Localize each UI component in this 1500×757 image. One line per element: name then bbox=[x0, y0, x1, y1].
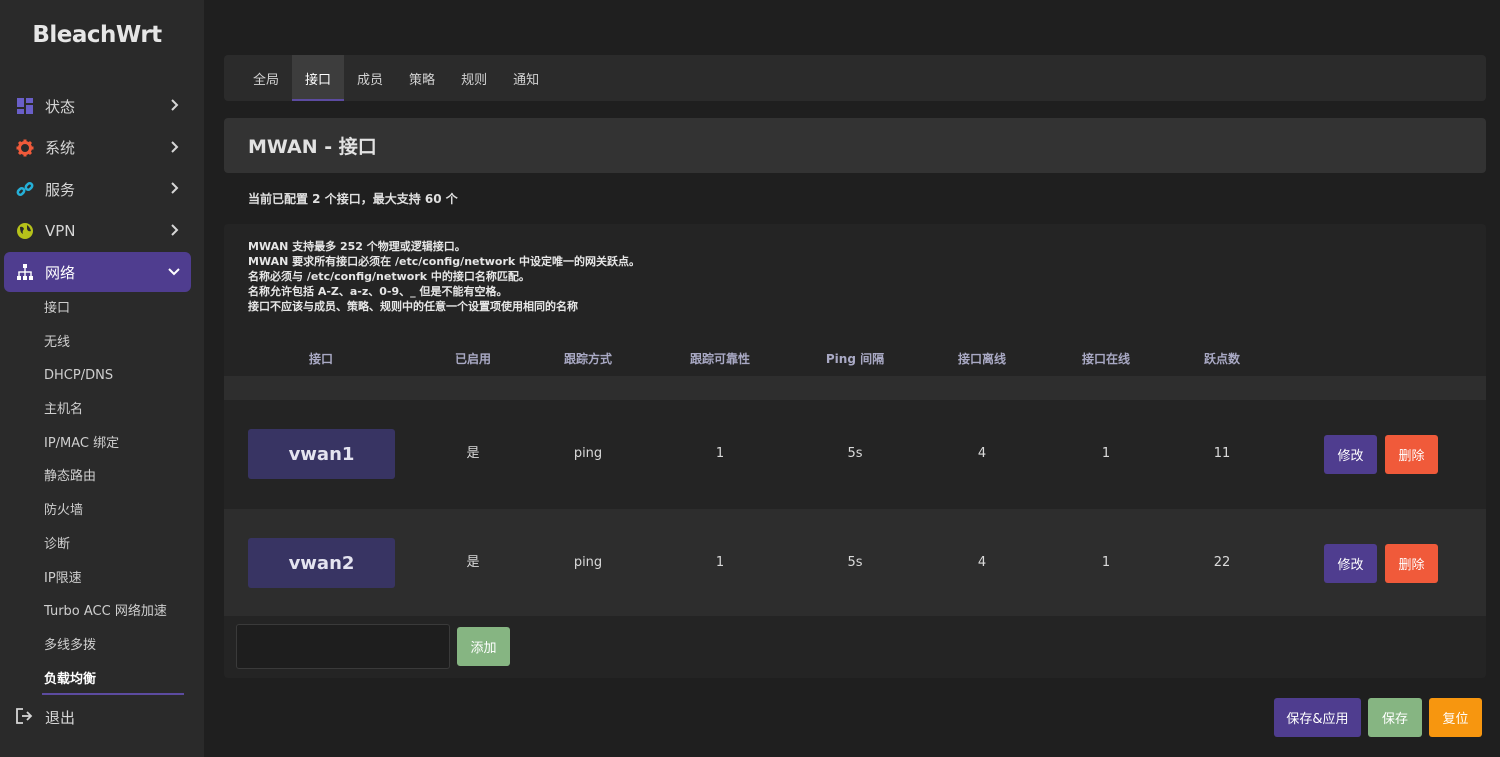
cell-metric: 11 bbox=[1213, 446, 1231, 461]
cell-track-method: ping bbox=[573, 555, 603, 570]
sidebar-sub-dhcp-dns[interactable]: DHCP/DNS bbox=[0, 359, 204, 393]
interface-count-summary: 当前已配置 2 个接口，最大支持 60 个 bbox=[248, 192, 458, 206]
col-header-down: 接口离线 bbox=[957, 352, 1007, 366]
note-line: 接口不应该与成员、策略、规则中的任意一个设置项使用相同的名称 bbox=[248, 300, 578, 313]
cell-metric: 22 bbox=[1213, 555, 1231, 570]
sidebar-item-label: 状态 bbox=[45, 97, 76, 116]
cell-track-method: ping bbox=[573, 446, 603, 461]
table-row: vwan2 是 ping 1 5s 4 1 22 修改 删除 bbox=[224, 509, 1486, 616]
link-icon bbox=[15, 179, 35, 199]
sidebar-sub-multi-dial[interactable]: 多线多拨 bbox=[0, 629, 204, 663]
col-header-ping-interval: Ping 间隔 bbox=[825, 352, 885, 366]
cell-ping-interval: 5s bbox=[847, 446, 863, 461]
col-header-reliability: 跟踪可靠性 bbox=[689, 352, 751, 366]
gear-icon bbox=[15, 138, 35, 158]
sidebar-item-status[interactable]: 状态 bbox=[4, 86, 191, 126]
tab-members[interactable]: 成员 bbox=[344, 55, 396, 101]
tab-rules[interactable]: 规则 bbox=[448, 55, 500, 101]
mwan-tabs: 全局 接口 成员 策略 规则 通知 bbox=[224, 55, 1486, 101]
new-interface-name-input[interactable] bbox=[236, 624, 450, 669]
sidebar-item-network[interactable]: 网络 bbox=[4, 252, 191, 292]
page-header: MWAN - 接口 bbox=[224, 118, 1486, 173]
note-line: MWAN 要求所有接口必须在 /etc/config/network 中设定唯一… bbox=[248, 255, 641, 268]
globe-icon bbox=[15, 221, 35, 241]
cell-up: 1 bbox=[1101, 446, 1111, 461]
sidebar-sub-ip-limit[interactable]: IP限速 bbox=[0, 562, 204, 596]
sidebar-sub-static-routes[interactable]: 静态路由 bbox=[0, 460, 204, 494]
interface-name-button[interactable]: vwan2 bbox=[248, 538, 395, 588]
tab-notifications[interactable]: 通知 bbox=[500, 55, 552, 101]
col-header-track-method: 跟踪方式 bbox=[563, 352, 613, 366]
col-header-interface: 接口 bbox=[308, 352, 334, 366]
logout-label: 退出 bbox=[45, 708, 76, 727]
interfaces-panel: MWAN 支持最多 252 个物理或逻辑接口。 MWAN 要求所有接口必须在 /… bbox=[224, 224, 1486, 678]
chevron-right-icon bbox=[171, 99, 179, 111]
save-button[interactable]: 保存 bbox=[1368, 698, 1422, 737]
col-header-metric: 跃点数 bbox=[1203, 352, 1241, 366]
cell-reliability: 1 bbox=[715, 446, 725, 461]
table-header-divider bbox=[224, 376, 1486, 400]
chevron-down-icon bbox=[168, 268, 180, 276]
interface-name-button[interactable]: vwan1 bbox=[248, 429, 395, 479]
tab-policies[interactable]: 策略 bbox=[396, 55, 448, 101]
edit-button[interactable]: 修改 bbox=[1324, 544, 1377, 583]
page-title: MWAN - 接口 bbox=[248, 136, 377, 158]
sidebar: BleachWrt 状态 系统 服务 VPN 网络 接口 无线 DHCP/DNS… bbox=[0, 0, 204, 757]
sidebar-sub-firewall[interactable]: 防火墙 bbox=[0, 494, 204, 528]
add-button[interactable]: 添加 bbox=[457, 627, 510, 666]
sidebar-sub-wireless[interactable]: 无线 bbox=[0, 326, 204, 360]
delete-button[interactable]: 删除 bbox=[1385, 544, 1438, 583]
table-row: vwan1 是 ping 1 5s 4 1 11 修改 删除 bbox=[224, 400, 1486, 507]
chevron-right-icon bbox=[171, 182, 179, 194]
cell-up: 1 bbox=[1101, 555, 1111, 570]
notes: MWAN 支持最多 252 个物理或逻辑接口。 MWAN 要求所有接口必须在 /… bbox=[248, 239, 640, 314]
sidebar-item-services[interactable]: 服务 bbox=[4, 169, 191, 209]
table-header: 接口 已启用 跟踪方式 跟踪可靠性 Ping 间隔 接口离线 接口在线 跃点数 bbox=[224, 346, 1486, 370]
col-header-enabled: 已启用 bbox=[454, 352, 492, 366]
sidebar-item-label: VPN bbox=[45, 221, 76, 240]
sidebar-sub-load-balancing[interactable]: 负载均衡 bbox=[0, 663, 204, 697]
sidebar-item-vpn[interactable]: VPN bbox=[4, 211, 191, 251]
brand-logo: BleachWrt bbox=[32, 22, 162, 48]
note-line: MWAN 支持最多 252 个物理或逻辑接口。 bbox=[248, 240, 466, 253]
cell-enabled: 是 bbox=[466, 555, 480, 570]
note-line: 名称允许包括 A-Z、a-z、0-9、_ 但是不能有空格。 bbox=[248, 285, 508, 298]
logout-icon bbox=[15, 707, 35, 727]
sidebar-sub-turbo-acc[interactable]: Turbo ACC 网络加速 bbox=[0, 595, 204, 629]
logout-button[interactable]: 退出 bbox=[4, 697, 191, 737]
sidebar-item-label: 网络 bbox=[45, 263, 76, 282]
cell-down: 4 bbox=[977, 555, 987, 570]
cell-reliability: 1 bbox=[715, 555, 725, 570]
dashboard-icon bbox=[15, 96, 35, 116]
reset-button[interactable]: 复位 bbox=[1429, 698, 1482, 737]
tab-interfaces[interactable]: 接口 bbox=[292, 55, 345, 101]
main-menu: 状态 系统 服务 VPN 网络 bbox=[4, 86, 191, 294]
tab-global[interactable]: 全局 bbox=[240, 55, 292, 101]
sidebar-sub-hostnames[interactable]: 主机名 bbox=[0, 393, 204, 427]
chevron-right-icon bbox=[171, 140, 179, 153]
cell-down: 4 bbox=[977, 446, 987, 461]
col-header-up: 接口在线 bbox=[1081, 352, 1131, 366]
chevron-right-icon bbox=[171, 223, 179, 236]
cell-ping-interval: 5s bbox=[847, 555, 863, 570]
network-icon bbox=[15, 262, 35, 282]
network-submenu: 接口 无线 DHCP/DNS 主机名 IP/MAC 绑定 静态路由 防火墙 诊断… bbox=[0, 292, 204, 696]
sidebar-item-label: 系统 bbox=[45, 139, 76, 157]
delete-button[interactable]: 删除 bbox=[1385, 435, 1438, 474]
sidebar-item-label: 服务 bbox=[45, 180, 76, 199]
save-and-apply-button[interactable]: 保存&应用 bbox=[1274, 698, 1361, 737]
note-line: 名称必须与 /etc/config/network 中的接口名称匹配。 bbox=[248, 270, 530, 283]
sidebar-sub-interfaces[interactable]: 接口 bbox=[0, 292, 204, 326]
sidebar-sub-diagnostics[interactable]: 诊断 bbox=[0, 528, 204, 562]
sidebar-item-system[interactable]: 系统 bbox=[4, 128, 191, 168]
sidebar-sub-ip-mac-binding[interactable]: IP/MAC 绑定 bbox=[0, 427, 204, 461]
edit-button[interactable]: 修改 bbox=[1324, 435, 1377, 474]
cell-enabled: 是 bbox=[466, 446, 480, 461]
